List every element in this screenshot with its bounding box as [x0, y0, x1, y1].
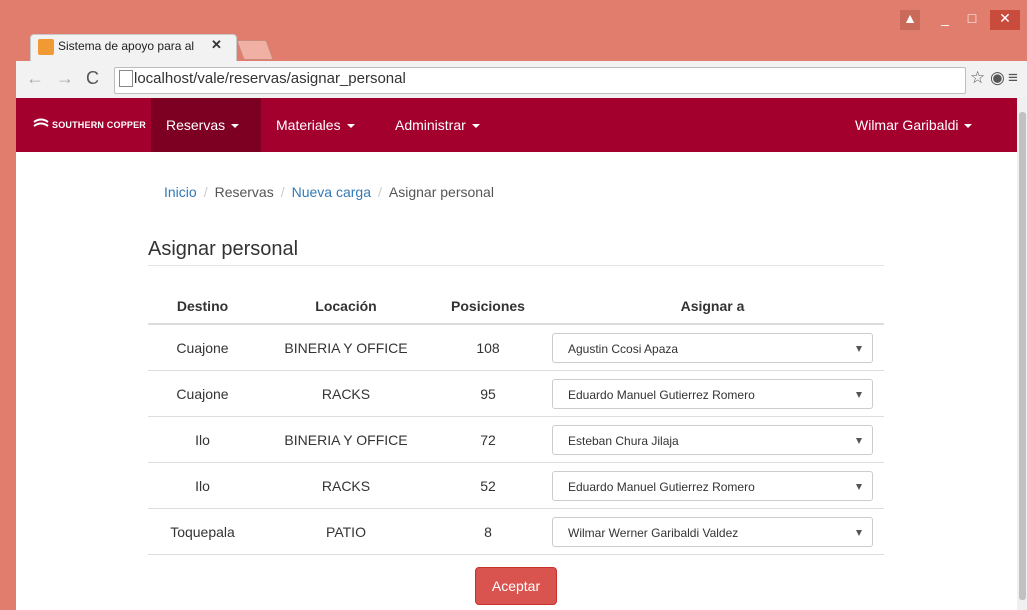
nav-administrar[interactable]: Administrar — [380, 98, 495, 152]
cell-posiciones: 52 — [435, 462, 541, 509]
close-tab-icon[interactable]: ✕ — [211, 37, 222, 53]
extension-icon[interactable]: ◉ — [990, 68, 1005, 88]
table-row: Toquepala PATIO 8 Wilmar Werner Garibald… — [148, 508, 884, 555]
breadcrumb: Inicio / Reservas / Nueva carga / Asignar pers… — [164, 184, 494, 200]
breadcrumb-nueva-carga[interactable]: Nueva carga — [292, 184, 371, 200]
page-icon — [119, 70, 133, 87]
nav-reservas[interactable]: Reservas — [151, 98, 261, 152]
personnel-select-value: Eduardo Manuel Gutierrez Romero — [568, 479, 755, 494]
breadcrumb-separator: / — [203, 184, 208, 200]
cell-locacion: BINERIA Y OFFICE — [257, 324, 435, 371]
cell-locacion: BINERIA Y OFFICE — [257, 416, 435, 463]
cell-asignar: Eduardo Manuel Gutierrez Romero — [541, 462, 884, 509]
favicon-icon — [38, 39, 54, 55]
header-asignar-a: Asignar a — [541, 289, 884, 325]
cell-asignar: Agustin Ccosi Apaza — [541, 324, 884, 371]
cell-destino: Ilo — [148, 416, 257, 463]
table-row: Ilo RACKS 52 Eduardo Manuel Gutierrez Ro… — [148, 462, 884, 509]
cell-asignar: Esteban Chura Jilaja — [541, 416, 884, 463]
dropdown-arrow-icon — [856, 345, 862, 352]
forward-icon[interactable]: → — [56, 68, 74, 89]
header-posiciones: Posiciones — [435, 289, 541, 325]
new-tab-button[interactable] — [236, 40, 274, 60]
personnel-select-value: Agustin Ccosi Apaza — [568, 341, 679, 356]
personnel-select[interactable]: Eduardo Manuel Gutierrez Romero — [552, 378, 873, 409]
caret-down-icon — [471, 124, 480, 129]
dropdown-arrow-icon — [856, 483, 862, 490]
cell-destino: Toquepala — [148, 508, 257, 555]
brand-name[interactable]: SOUTHERN COPPER — [52, 120, 146, 130]
breadcrumb-reservas: Reservas — [214, 184, 274, 200]
cell-posiciones: 95 — [435, 370, 541, 417]
cell-posiciones: 72 — [435, 416, 541, 463]
nav-reservas-label: Reservas — [166, 117, 226, 133]
bookmark-star-icon[interactable]: ☆ — [970, 68, 985, 88]
cell-asignar: Eduardo Manuel Gutierrez Romero — [541, 370, 884, 417]
personnel-select-value: Eduardo Manuel Gutierrez Romero — [568, 387, 755, 402]
dropdown-arrow-icon — [856, 529, 862, 536]
caret-down-icon — [964, 124, 973, 129]
assignment-table: Destino Locación Posiciones Asignar a Cu… — [148, 289, 884, 555]
close-window-icon[interactable]: ✕ — [990, 10, 1020, 30]
header-locacion: Locación — [257, 289, 435, 325]
cell-destino: Cuajone — [148, 324, 257, 371]
cell-posiciones: 8 — [435, 508, 541, 555]
table-row: Ilo BINERIA Y OFFICE 72 Esteban Chura Ji… — [148, 416, 884, 463]
cell-locacion: RACKS — [257, 462, 435, 509]
user-name: Wilmar Garibaldi — [855, 117, 959, 133]
personnel-select[interactable]: Wilmar Werner Garibaldi Valdez — [552, 516, 873, 547]
personnel-select-value: Wilmar Werner Garibaldi Valdez — [568, 525, 739, 540]
nav-materiales-label: Materiales — [276, 117, 341, 133]
menu-icon[interactable]: ≡ — [1008, 68, 1018, 88]
nav-materiales[interactable]: Materiales — [261, 98, 370, 152]
tab-title: Sistema de apoyo para al — [58, 39, 195, 53]
personnel-select[interactable]: Eduardo Manuel Gutierrez Romero — [552, 470, 873, 501]
table-row: Cuajone RACKS 95 Eduardo Manuel Gutierre… — [148, 370, 884, 417]
nav-user-menu[interactable]: Wilmar Garibaldi — [840, 98, 987, 152]
nav-administrar-label: Administrar — [395, 117, 466, 133]
southern-copper-logo-icon — [33, 118, 49, 127]
cell-asignar: Wilmar Werner Garibaldi Valdez — [541, 508, 884, 555]
table-row: Cuajone BINERIA Y OFFICE 108 Agustin Cco… — [148, 324, 884, 371]
maximize-icon[interactable]: □ — [962, 10, 982, 30]
dropdown-arrow-icon — [856, 437, 862, 444]
minimize-icon[interactable]: _ — [935, 10, 955, 30]
user-icon[interactable]: ▲ — [900, 10, 920, 30]
page-title: Asignar personal — [148, 238, 299, 260]
aceptar-button[interactable]: Aceptar — [475, 567, 557, 605]
cell-posiciones: 108 — [435, 324, 541, 371]
reload-icon[interactable]: C — [86, 68, 99, 89]
breadcrumb-inicio[interactable]: Inicio — [164, 184, 197, 200]
back-icon[interactable]: ← — [26, 68, 44, 89]
breadcrumb-separator: / — [280, 184, 285, 200]
header-destino: Destino — [148, 289, 257, 325]
scrollbar-thumb[interactable] — [1019, 112, 1026, 600]
breadcrumb-current: Asignar personal — [388, 184, 494, 200]
caret-down-icon — [346, 124, 355, 129]
caret-down-icon — [231, 124, 240, 129]
browser-titlebar — [0, 0, 1027, 36]
personnel-select[interactable]: Esteban Chura Jilaja — [552, 424, 873, 455]
dropdown-arrow-icon — [856, 391, 862, 398]
cell-locacion: PATIO — [257, 508, 435, 555]
title-divider — [148, 265, 884, 266]
table-header-row: Destino Locación Posiciones Asignar a — [148, 289, 884, 325]
cell-locacion: RACKS — [257, 370, 435, 417]
personnel-select[interactable]: Agustin Ccosi Apaza — [552, 332, 873, 363]
personnel-select-value: Esteban Chura Jilaja — [568, 433, 679, 448]
cell-destino: Ilo — [148, 462, 257, 509]
url-text: localhost/vale/reservas/asignar_personal — [134, 70, 406, 87]
cell-destino: Cuajone — [148, 370, 257, 417]
breadcrumb-separator: / — [378, 184, 382, 200]
